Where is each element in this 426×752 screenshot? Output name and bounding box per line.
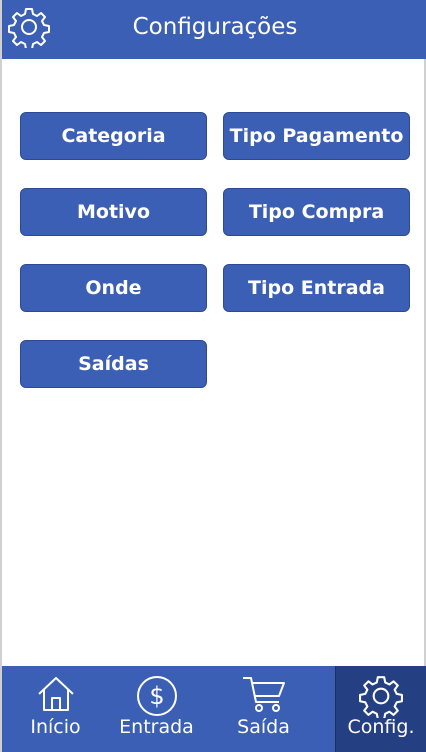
- nav-label: Config.: [347, 716, 415, 738]
- nav-label: Entrada: [119, 716, 194, 738]
- nav-item-entrada[interactable]: $ Entrada: [103, 666, 210, 752]
- nav-item-saida[interactable]: Saída: [210, 666, 317, 752]
- tipo-compra-button[interactable]: Tipo Compra: [223, 188, 410, 236]
- app-frame: Configurações Categoria Tipo Pagamento M…: [0, 0, 426, 752]
- svg-text:$: $: [149, 682, 164, 710]
- categoria-button[interactable]: Categoria: [20, 112, 207, 160]
- nav-label: Início: [30, 716, 81, 738]
- header-bar: Configurações: [2, 0, 426, 59]
- nav-label: Saída: [237, 716, 290, 738]
- dollar-circle-icon: $: [136, 676, 177, 716]
- shopping-cart-icon: [242, 677, 285, 712]
- home-icon: [37, 677, 74, 711]
- nav-item-config[interactable]: Config.: [335, 666, 426, 752]
- onde-button[interactable]: Onde: [20, 264, 207, 312]
- bottom-nav: Início $ Entrada Saída Config.: [2, 666, 426, 752]
- gear-icon: [359, 676, 403, 718]
- page-title: Configurações: [132, 14, 298, 40]
- nav-item-inicio[interactable]: Início: [2, 666, 109, 752]
- tipo-entrada-button[interactable]: Tipo Entrada: [223, 264, 410, 312]
- tipo-pagamento-button[interactable]: Tipo Pagamento: [223, 112, 410, 160]
- motivo-button[interactable]: Motivo: [20, 188, 207, 236]
- saidas-button[interactable]: Saídas: [20, 340, 207, 388]
